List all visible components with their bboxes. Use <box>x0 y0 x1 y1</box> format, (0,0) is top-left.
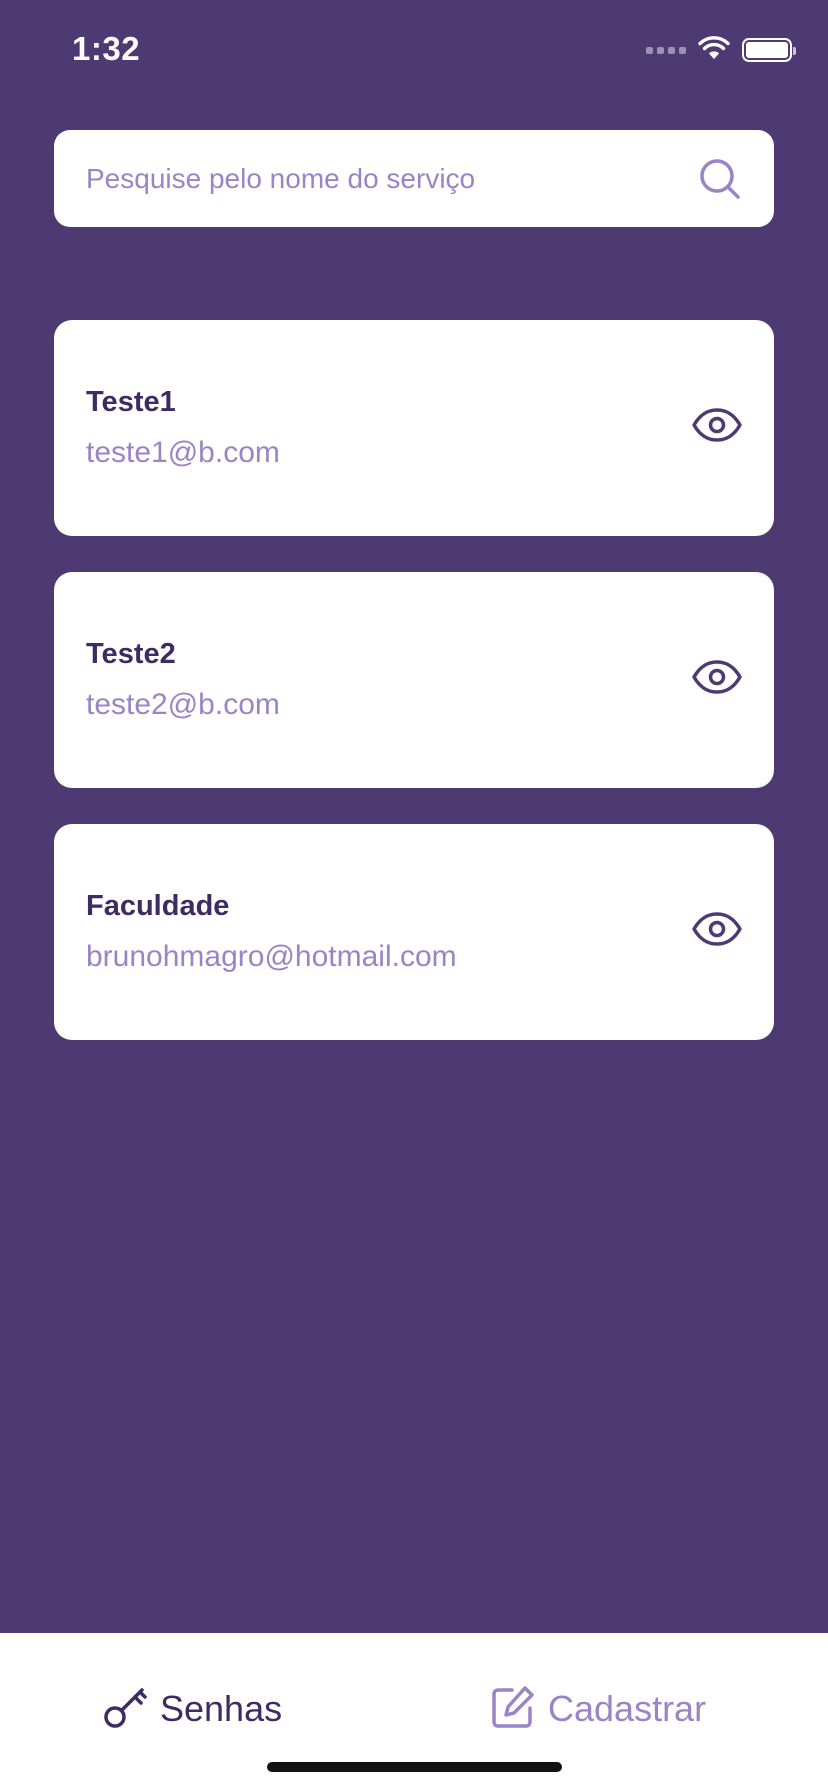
card-email: brunohmagro@hotmail.com <box>86 940 457 973</box>
card-email: teste1@b.com <box>86 436 280 469</box>
tab-senhas-label: Senhas <box>160 1688 283 1729</box>
card-title: Faculdade <box>86 890 230 922</box>
search-input[interactable] <box>86 162 698 195</box>
tab-senhas[interactable]: Senhas <box>102 1681 282 1737</box>
wifi-icon <box>698 35 730 66</box>
credential-card[interactable]: Teste1 teste1@b.com <box>54 320 774 536</box>
tab-cadastrar[interactable]: Cadastrar <box>490 1681 706 1737</box>
home-indicator <box>267 1762 562 1772</box>
cellular-signal-icon <box>646 46 686 54</box>
eye-icon[interactable] <box>690 398 744 452</box>
tab-bar: Senhas Cadastrar <box>0 1633 828 1792</box>
card-email: teste2@b.com <box>86 688 280 721</box>
eye-icon[interactable] <box>690 650 744 704</box>
edit-icon <box>490 1684 536 1735</box>
credential-card[interactable]: Teste2 teste2@b.com <box>54 572 774 788</box>
card-title: Teste1 <box>86 386 176 418</box>
credential-card[interactable]: Faculdade brunohmagro@hotmail.com <box>54 824 774 1040</box>
search-bar[interactable] <box>54 130 774 227</box>
card-title: Teste2 <box>86 638 176 670</box>
status-bar: 1:32 <box>0 0 828 100</box>
key-icon <box>102 1684 148 1735</box>
eye-icon[interactable] <box>690 902 744 956</box>
battery-icon <box>742 38 796 62</box>
tab-cadastrar-label: Cadastrar <box>548 1688 707 1729</box>
status-time: 1:32 <box>72 30 141 67</box>
search-icon[interactable] <box>698 157 742 201</box>
status-indicators <box>646 35 796 66</box>
